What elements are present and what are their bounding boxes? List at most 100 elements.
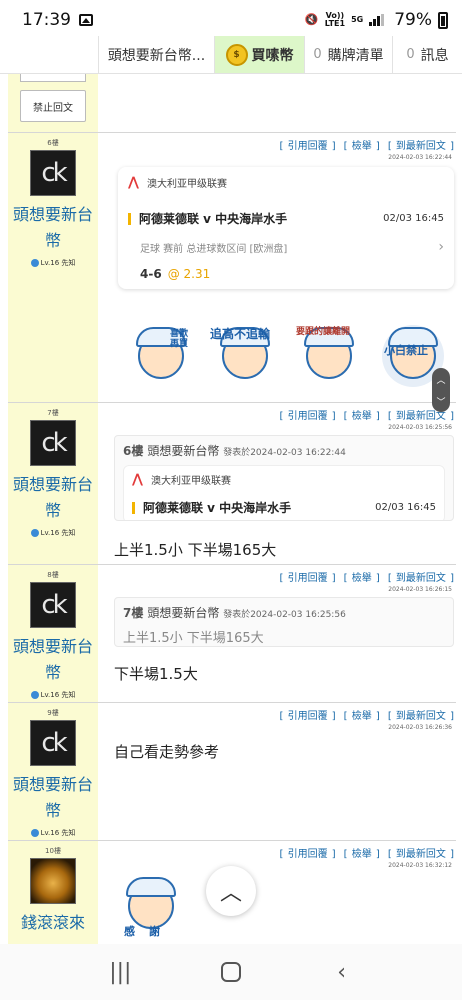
post-8: 8樓 ck 頭想要新台幣 Lv.16 先知 [ 引用回覆 ] [ 檢舉 ] [ 到最… [8, 564, 456, 702]
username[interactable]: 錢滾滾來 [8, 910, 98, 936]
volte-label: Vo)) LTE1 [324, 11, 346, 28]
latest-reply-link[interactable]: [ 到最新回文 ] [388, 141, 454, 152]
back-icon[interactable]: ‹ [322, 960, 362, 985]
quote-user: 頭想要新台幣 [147, 444, 220, 458]
match-meta: 足球 赛前 总进球数区间 [欧洲盘] [140, 243, 288, 255]
level-icon [30, 529, 39, 537]
avatar[interactable]: ck [30, 582, 76, 628]
quote-block: 7樓 頭想要新台幣 發表於2024-02-03 16:25:56 上半1.5小 下… [114, 597, 454, 647]
match-time: 02/03 16:45 [383, 213, 444, 224]
avatar[interactable] [30, 858, 76, 904]
user-info: 10樓 錢滾滾來 [8, 841, 98, 936]
username[interactable]: 頭想要新台幣 [8, 634, 98, 686]
battery-percent: 79% [394, 10, 432, 30]
latest-reply-link[interactable]: [ 到最新回文 ] [388, 711, 454, 722]
post-time: 2024-02-03 16:22:44 [388, 154, 452, 161]
tab-blank [0, 36, 98, 73]
post-body: [ 引用回覆 ] [ 檢舉 ] [ 到最新回文 ] 2024-02-03 16:32… [106, 841, 456, 938]
username[interactable]: 頭想要新台幣 [8, 202, 98, 254]
user-info: 7樓 ck 頭想要新台幣 Lv.16 先知 [8, 403, 98, 538]
quote-user: 頭想要新台幣 [147, 606, 220, 620]
user-info: 6樓 ck 頭想要新台幣 Lv.16 先知 [8, 133, 98, 268]
post-time: 2024-02-03 16:26:36 [388, 724, 452, 731]
user-level: Lv.16 先知 [8, 258, 98, 268]
prev-button-fragment [20, 74, 86, 82]
league-logo-icon: ⋀ [128, 175, 139, 190]
quote-date: 發表於2024-02-03 16:25:56 [223, 610, 346, 620]
avatar[interactable]: ck [30, 150, 76, 196]
avatar[interactable]: ck [30, 720, 76, 766]
post-9: 9樓 ck 頭想要新台幣 Lv.16 先知 [ 引用回覆 ] [ 檢舉 ] [ 到最… [8, 702, 456, 840]
user-info: 8樓 ck 頭想要新台幣 Lv.16 先知 [8, 565, 98, 700]
league-logo-icon: ⋀ [132, 472, 143, 487]
sticker-chase-icon: 追高不追輸 [210, 323, 280, 389]
network-type: 5G [351, 15, 364, 24]
report-link[interactable]: [ 檢舉 ] [344, 849, 380, 860]
chevron-down-icon[interactable]: ﹀ [436, 395, 445, 408]
quote-block: 6樓 頭想要新台幣 發表於2024-02-03 16:22:44 ⋀ 澳大利亚甲级联… [114, 435, 454, 521]
post-body: [ 引用回覆 ] [ 檢舉 ] [ 到最新回文 ] 2024-02-03 16:22… [106, 133, 456, 387]
clock: 17:39 [22, 10, 71, 30]
user-info: 9樓 ck 頭想要新台幣 Lv.16 先知 [8, 703, 98, 838]
league-name: 澳大利亚甲级联赛 [146, 179, 227, 190]
tab-messages[interactable]: 0 訊息 [392, 36, 462, 73]
quote-reply-link[interactable]: [ 引用回覆 ] [279, 141, 335, 152]
username[interactable]: 頭想要新台幣 [8, 472, 98, 524]
post-actions: [ 引用回覆 ] [ 檢舉 ] [ 到最新回文 ] [106, 703, 456, 722]
chevron-right-icon: › [438, 239, 444, 255]
post-body: [ 引用回覆 ] [ 檢舉 ] [ 到最新回文 ] 2024-02-03 16:25… [106, 403, 456, 559]
pick-score: 4-6 [140, 267, 162, 281]
report-link[interactable]: [ 檢舉 ] [344, 711, 380, 722]
match-title: 阿德莱德联 v 中央海岸水手 [139, 212, 288, 226]
level-icon [30, 829, 39, 837]
quote-floor: 7樓 [123, 606, 144, 620]
post-7: 7樓 ck 頭想要新台幣 Lv.16 先知 [ 引用回覆 ] [ 檢舉 ] [ 到最… [8, 402, 456, 564]
quote-text: 上半1.5小 下半場165大 [123, 631, 264, 646]
mute-icon [305, 13, 319, 27]
quote-date: 發表於2024-02-03 16:22:44 [223, 448, 346, 458]
recent-apps-icon[interactable]: ||| [100, 960, 140, 985]
post-actions: [ 引用回覆 ] [ 檢舉 ] [ 到最新回文 ] [106, 565, 456, 584]
avatar[interactable]: ck [30, 420, 76, 466]
match-card[interactable]: ⋀ 澳大利亚甲级联赛 阿德莱德联 v 中央海岸水手 02/03 16:45 足球 赛… [118, 167, 454, 289]
post-time: 2024-02-03 16:25:56 [388, 424, 452, 431]
quote-reply-link[interactable]: [ 引用回覆 ] [279, 411, 335, 422]
quote-reply-link[interactable]: [ 引用回覆 ] [279, 849, 335, 860]
post-actions: [ 引用回覆 ] [ 檢舉 ] [ 到最新回文 ] [106, 841, 456, 860]
match-marker [128, 212, 131, 225]
latest-reply-link[interactable]: [ 到最新回文 ] [388, 411, 454, 422]
top-nav: 頭想要新台幣... $ 買嗉幣 0 購牌清單 0 訊息 [0, 36, 462, 74]
tab-purchase-list[interactable]: 0 購牌清單 [304, 36, 392, 73]
post-actions: [ 引用回覆 ] [ 檢舉 ] [ 到最新回文 ] [106, 403, 456, 422]
back-to-top-button[interactable]: ︿ [206, 866, 256, 916]
scroll-control[interactable]: ︿ ﹀ [432, 368, 450, 412]
post-text: 自己看走勢參考 [114, 743, 220, 761]
sticker-thanks-icon: 感謝 [116, 873, 186, 939]
home-icon[interactable] [220, 962, 241, 982]
quote-reply-link[interactable]: [ 引用回覆 ] [279, 573, 335, 584]
pick-odds: @ 2.31 [167, 267, 211, 281]
ban-reply-button[interactable]: 禁止回文 [20, 90, 86, 122]
post-6: 6樓 ck 頭想要新台幣 Lv.16 先知 [ 引用回覆 ] [ 檢舉 ] [ 到最… [8, 132, 456, 402]
chevron-up-icon: ︿ [219, 881, 242, 906]
floor-number: 9樓 [47, 709, 59, 717]
report-link[interactable]: [ 檢舉 ] [344, 141, 380, 152]
tab-buy-coins[interactable]: $ 買嗉幣 [214, 36, 304, 73]
latest-reply-link[interactable]: [ 到最新回文 ] [388, 849, 454, 860]
username[interactable]: 頭想要新台幣 [8, 772, 98, 824]
coin-icon: $ [225, 43, 248, 66]
chevron-up-icon[interactable]: ︿ [436, 373, 445, 386]
user-level: Lv.16 先知 [8, 690, 98, 700]
tab-thread-title[interactable]: 頭想要新台幣... [98, 36, 214, 73]
quote-reply-link[interactable]: [ 引用回覆 ] [279, 711, 335, 722]
report-link[interactable]: [ 檢舉 ] [344, 573, 380, 584]
sticker-happy-icon: 喜歡再買 [126, 323, 196, 389]
latest-reply-link[interactable]: [ 到最新回文 ] [388, 573, 454, 584]
post-time: 2024-02-03 16:32:12 [388, 862, 452, 869]
level-icon [30, 691, 39, 699]
report-link[interactable]: [ 檢舉 ] [344, 411, 380, 422]
post-text: 下半場1.5大 [114, 665, 198, 683]
post-text: 上半1.5小 下半場165大 [114, 541, 277, 559]
gallery-icon [79, 14, 93, 26]
user-level: Lv.16 先知 [8, 828, 98, 838]
